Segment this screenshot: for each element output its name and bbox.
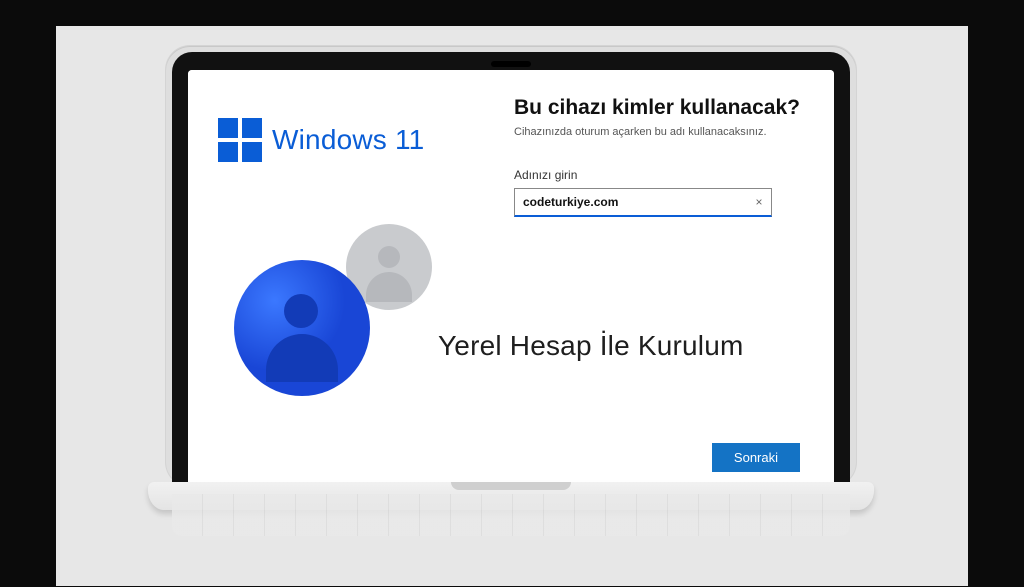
laptop-hinge-notch — [451, 482, 571, 490]
clear-input-icon[interactable]: × — [751, 194, 767, 210]
setup-subtitle: Cihazınızda oturum açarken bu adı kullan… — [514, 126, 810, 138]
name-field-wrapper: × — [514, 188, 772, 217]
windows-logo-icon — [218, 118, 262, 162]
name-field-label: Adınızı girin — [514, 168, 810, 182]
avatar-primary-icon — [234, 260, 370, 396]
camera-notch — [491, 61, 531, 67]
laptop-bezel: Windows 11 Bu cihazı kimler kullanacak? … — [172, 52, 850, 510]
user-avatar-illustration — [234, 224, 434, 424]
laptop-keyboard — [172, 494, 850, 536]
laptop-mockup: Windows 11 Bu cihazı kimler kullanacak? … — [166, 46, 856, 526]
laptop-screen: Windows 11 Bu cihazı kimler kullanacak? … — [188, 70, 834, 494]
name-input[interactable] — [521, 194, 749, 210]
oobe-screen: Windows 11 Bu cihazı kimler kullanacak? … — [188, 70, 834, 494]
product-name: Windows 11 — [272, 124, 424, 156]
photo-stage: Windows 11 Bu cihazı kimler kullanacak? … — [56, 26, 968, 586]
setup-heading: Bu cihazı kimler kullanacak? — [514, 96, 810, 120]
account-name-form: Bu cihazı kimler kullanacak? Cihazınızda… — [514, 96, 810, 217]
next-button[interactable]: Sonraki — [712, 443, 800, 472]
overlay-caption: Yerel Hesap İle Kurulum — [438, 330, 744, 362]
windows-brand: Windows 11 — [218, 118, 424, 162]
